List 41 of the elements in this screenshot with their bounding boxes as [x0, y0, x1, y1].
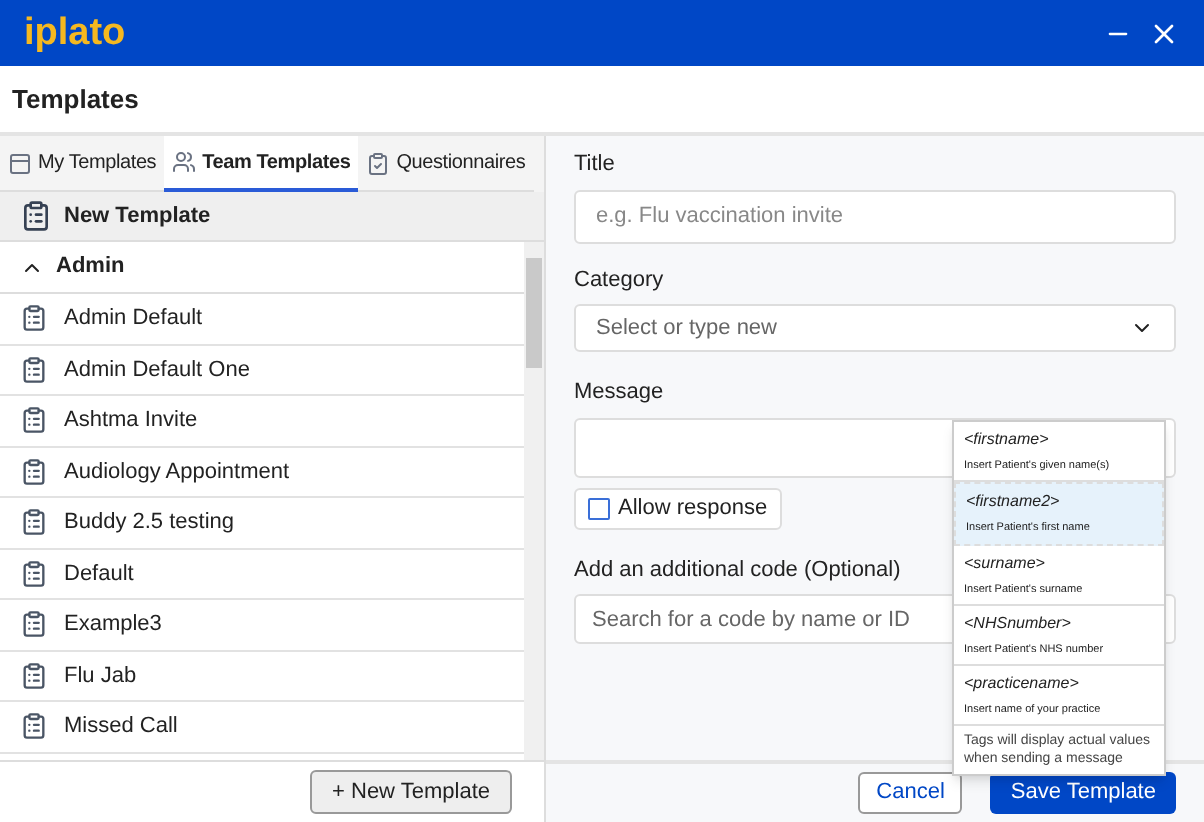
app-logo: iplato: [24, 14, 126, 52]
save-template-button[interactable]: Save Template: [990, 772, 1176, 814]
clipboard-icon: [20, 355, 48, 384]
clipboard-icon: [20, 304, 48, 333]
clipboard-icon: [366, 151, 391, 175]
code-label: Add an additional code (Optional): [574, 555, 901, 585]
cancel-button[interactable]: Cancel: [858, 772, 963, 814]
title-label: Title: [574, 150, 615, 180]
group-header[interactable]: Admin: [0, 242, 524, 294]
template-item[interactable]: Admin Default: [0, 294, 524, 345]
template-item[interactable]: Flu Jab: [0, 651, 524, 702]
new-template-row[interactable]: New Template: [0, 192, 544, 242]
page-title: Templates: [12, 81, 139, 118]
allow-response-control[interactable]: Allow response: [574, 487, 782, 529]
tab[interactable]: Team Templates: [164, 136, 359, 192]
new-template-label: New Template: [64, 201, 211, 232]
clipboard-icon: [20, 457, 48, 486]
scrollbar[interactable]: [524, 242, 544, 760]
title-input[interactable]: e.g. Flu vaccination invite: [574, 189, 1176, 243]
window-icon: [8, 151, 32, 175]
template-item[interactable]: Admin Default One: [0, 345, 524, 396]
template-item[interactable]: Ashtma Invite: [0, 396, 524, 447]
template-item[interactable]: Buddy 2.5 testing: [0, 498, 524, 549]
category-label: Category: [574, 265, 664, 295]
new-template-button[interactable]: + New Template: [310, 770, 512, 814]
clipboard-icon: [20, 559, 48, 588]
template-item[interactable]: Audiology Appointment: [0, 447, 524, 498]
checkbox[interactable]: [588, 497, 610, 519]
template-item[interactable]: Example3: [0, 600, 524, 651]
template-item[interactable]: Default: [0, 549, 524, 600]
clipboard-icon: [20, 610, 48, 639]
clipboard-icon: [20, 508, 48, 537]
group-label: Admin: [56, 252, 125, 283]
clipboard-icon: [20, 661, 48, 690]
category-select[interactable]: Select or type new: [574, 304, 1176, 352]
template-item[interactable]: Missed Call: [0, 702, 524, 753]
clipboard-icon: [20, 406, 48, 435]
clipboard-icon: [20, 200, 52, 232]
people-icon: [172, 150, 197, 174]
clipboard-icon: [20, 712, 48, 741]
message-label: Message: [574, 378, 664, 408]
